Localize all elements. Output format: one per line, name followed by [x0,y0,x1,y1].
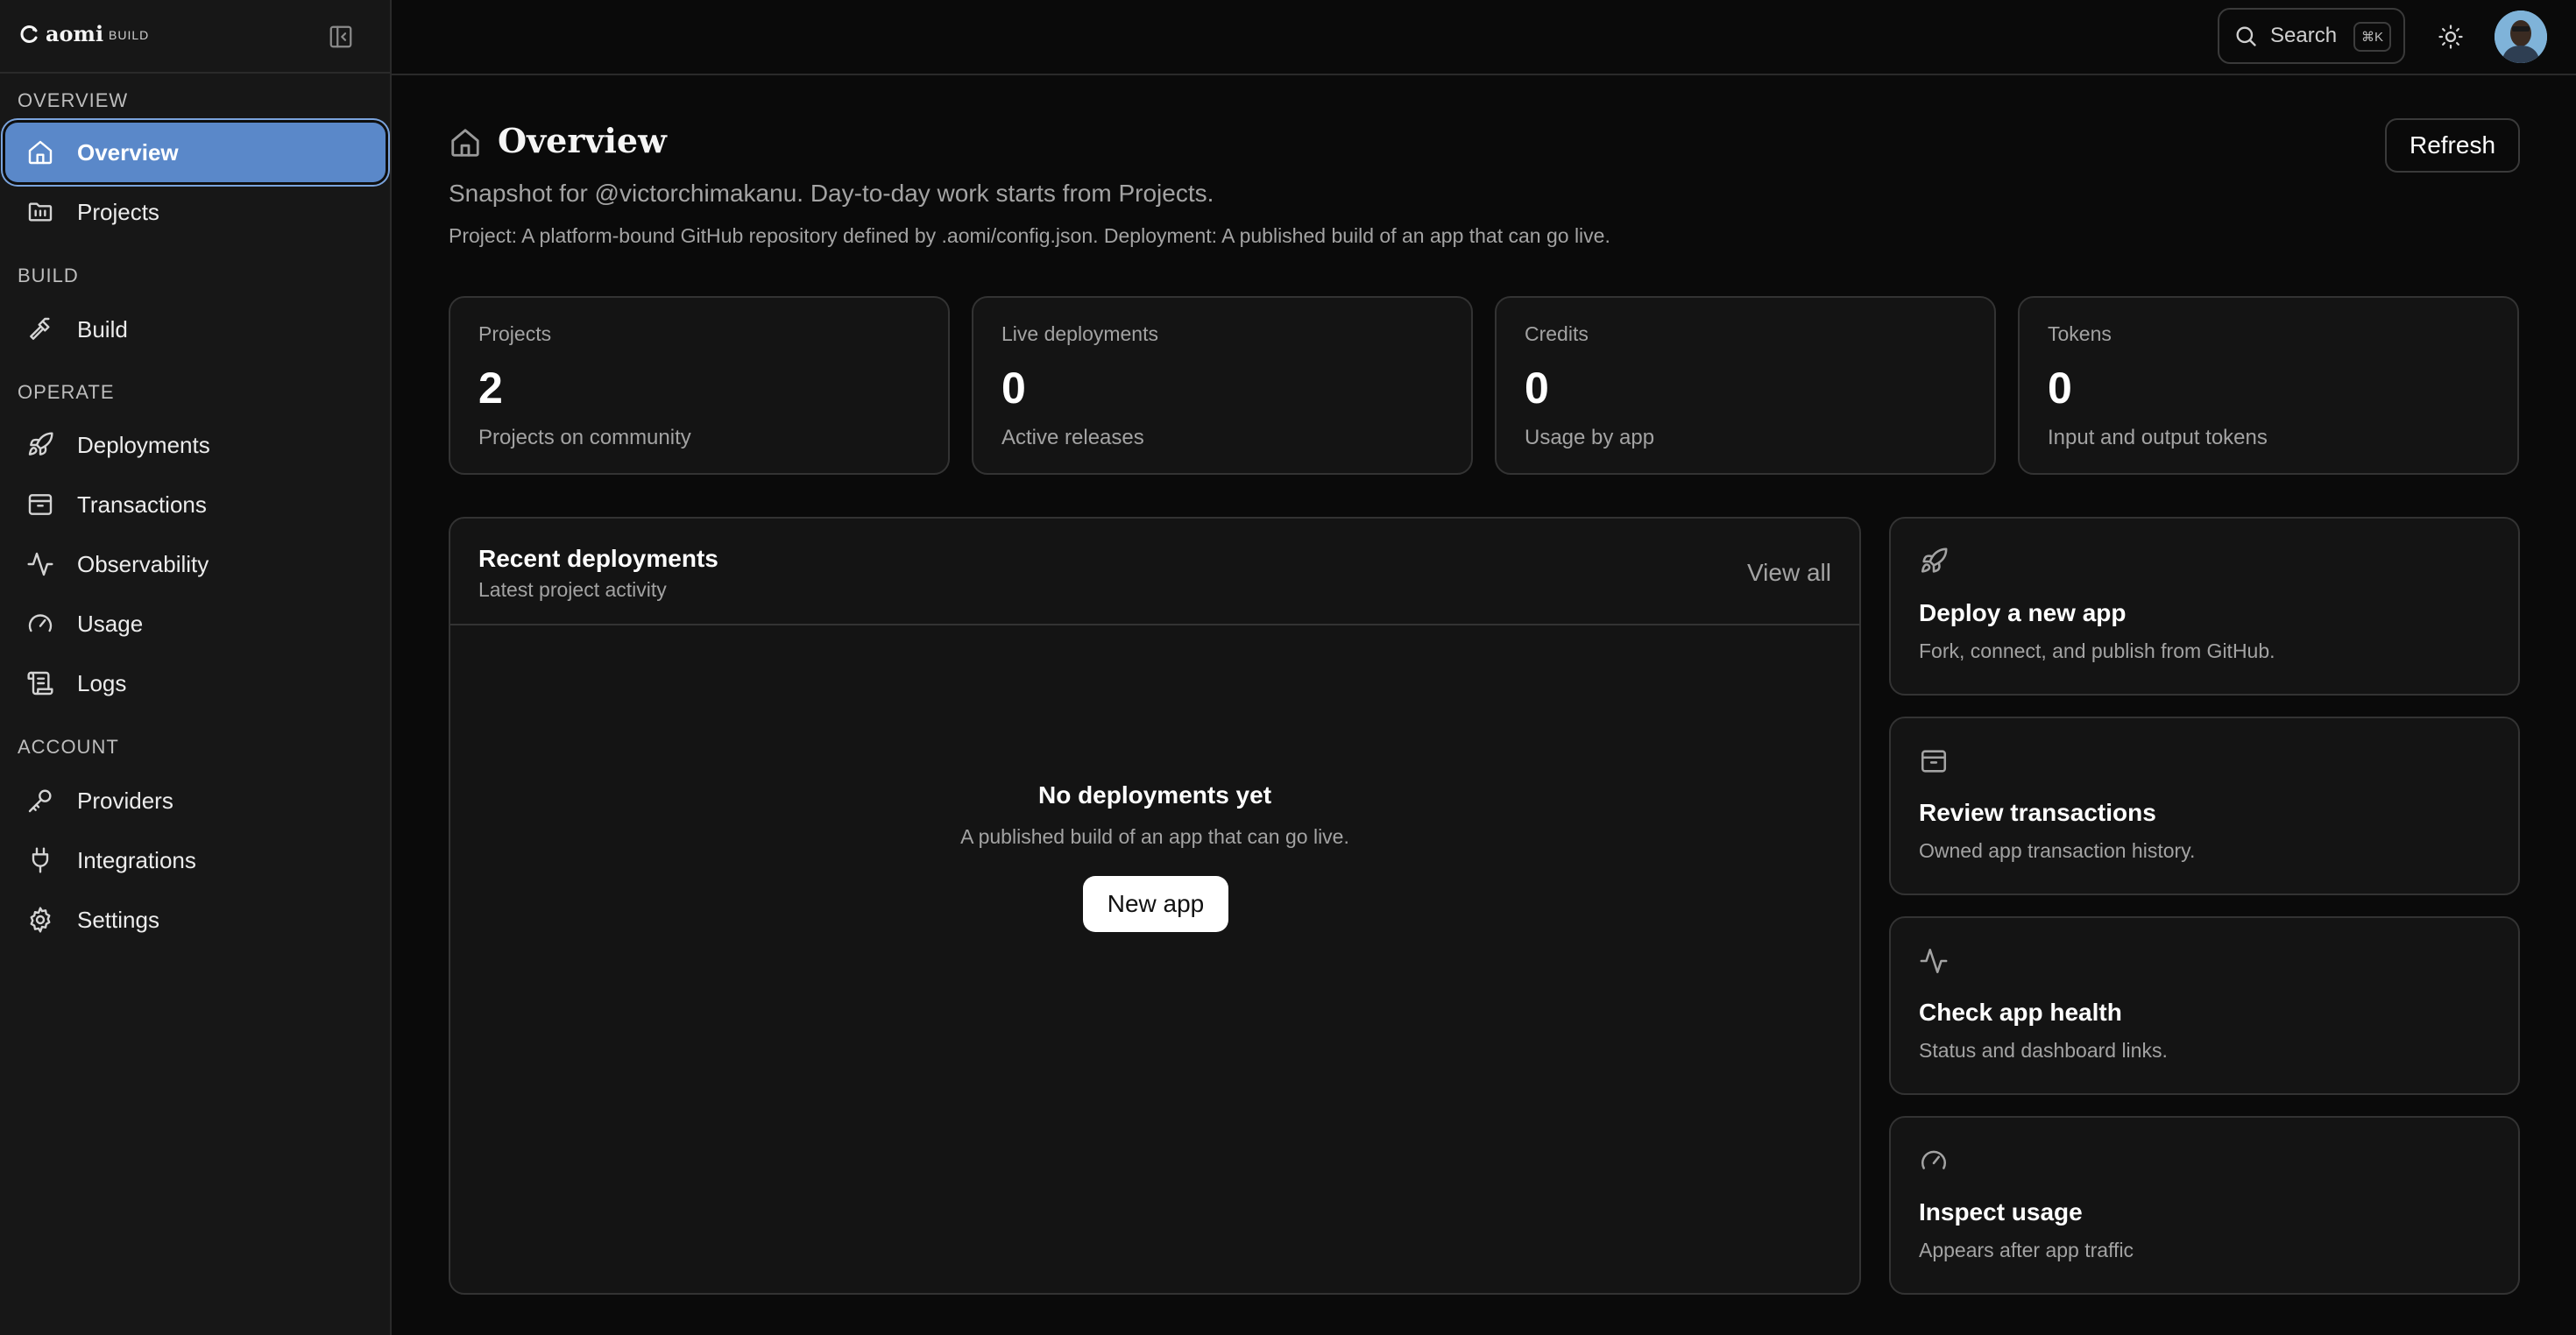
recent-deployments-panel: Recent deployments Latest project activi… [449,517,1861,1295]
rocket-icon [1921,547,1948,573]
section-label-build: BUILD [18,265,79,286]
page-subtitle: Snapshot for @victorchimakanu. Day-to-da… [449,180,1214,207]
refresh-button[interactable]: Refresh [2385,118,2520,173]
avatar-image [2495,11,2547,63]
gear-icon [25,904,56,936]
stat-value: 0 [2048,364,2072,413]
stat-card-projects: Projects 2 Projects on community [449,296,950,475]
brand: aomi BUILD [0,0,390,74]
recent-deployments-subtitle: Latest project activity [478,578,667,601]
stat-value: 0 [1525,364,1549,413]
action-title: Inspect usage [1919,1198,2083,1226]
empty-state-subtitle: A published build of an app that can go … [960,825,1349,848]
search-button[interactable]: Search ⌘K [2218,8,2405,64]
action-title: Review transactions [1919,799,2156,826]
search-icon [2233,24,2258,48]
sidebar-item-label: Projects [77,198,159,225]
new-app-button[interactable]: New app [1083,876,1228,932]
sidebar-item-label: Transactions [77,491,207,518]
stat-label: Live deployments [1001,322,1158,345]
aomi-logo-icon [20,25,38,43]
action-card-deploy-new-app[interactable]: Deploy a new app Fork, connect, and publ… [1889,517,2520,696]
gauge-icon [1921,1150,1947,1169]
empty-state-title: No deployments yet [1037,781,1272,809]
gauge-icon [25,608,56,639]
sidebar-item-label: Overview [77,138,179,166]
stat-card-tokens: Tokens 0 Input and output tokens [2018,296,2519,475]
stat-caption: Input and output tokens [2048,426,2268,449]
archive-icon [1921,750,1947,773]
app-root: aomi BUILD OVERVIEW Overview Projects BU… [0,0,2576,1335]
action-card-inspect-usage[interactable]: Inspect usage Appears after app traffic [1889,1116,2520,1295]
section-label-overview: OVERVIEW [18,89,129,111]
brand-badge: BUILD [109,28,150,42]
sidebar-item-transactions[interactable]: Transactions [5,475,386,534]
activity-icon [1920,948,1948,974]
action-title: Deploy a new app [1919,599,2127,626]
brand-name: aomi [46,21,104,46]
sidebar-item-build[interactable]: Build [5,300,386,359]
stat-value: 2 [478,364,503,413]
stat-label: Projects [478,322,552,345]
topbar: Search ⌘K [392,0,2576,75]
sidebar-item-label: Logs [77,669,127,696]
search-label: Search [2270,24,2338,47]
sidebar-item-integrations[interactable]: Integrations [5,830,386,890]
user-avatar[interactable] [2495,11,2547,63]
scroll-icon [25,668,56,699]
home-icon [25,137,56,168]
recent-deployments-title: Recent deployments [478,545,718,572]
key-icon [25,785,56,816]
recent-deployments-header: Recent deployments Latest project activi… [450,519,1859,625]
sidebar-item-label: Providers [77,787,173,814]
stat-card-credits: Credits 0 Usage by app [1495,296,1996,475]
collapse-sidebar-button[interactable] [326,22,356,52]
sun-icon [2438,25,2463,49]
sidebar-item-projects[interactable]: Projects [5,182,386,242]
hammer-icon [25,314,56,345]
sidebar-item-label: Observability [77,550,209,577]
archive-icon [25,489,56,520]
action-card-review-transactions[interactable]: Review transactions Owned app transactio… [1889,717,2520,895]
home-icon [451,129,479,157]
action-desc: Owned app transaction history. [1919,839,2196,862]
section-label-operate: OPERATE [18,381,115,403]
sidebar-item-settings[interactable]: Settings [5,890,386,950]
stat-value: 0 [1001,364,1026,413]
action-desc: Fork, connect, and publish from GitHub. [1919,639,2275,662]
action-title: Check app health [1919,999,2122,1026]
activity-icon [25,548,56,580]
sidebar-collapse-icon [329,25,352,48]
action-desc: Status and dashboard links. [1919,1039,2168,1062]
sidebar-item-label: Usage [77,610,144,637]
sidebar-item-label: Integrations [77,846,196,873]
theme-toggle-button[interactable] [2433,19,2468,54]
sidebar-item-providers[interactable]: Providers [5,771,386,830]
sidebar-item-logs[interactable]: Logs [5,653,386,713]
plug-icon [25,844,56,876]
page-title: Overview [498,121,667,160]
stat-caption: Active releases [1001,426,1144,449]
sidebar-item-label: Deployments [77,431,210,458]
section-label-account: ACCOUNT [18,736,119,758]
sidebar-item-label: Settings [77,906,159,933]
stat-caption: Projects on community [478,426,691,449]
sidebar-item-observability[interactable]: Observability [5,534,386,594]
action-card-check-app-health[interactable]: Check app health Status and dashboard li… [1889,916,2520,1095]
stat-label: Credits [1525,322,1589,345]
page-note: Project: A platform-bound GitHub reposit… [449,224,1610,247]
folder-icon [25,196,56,228]
stat-card-live-deployments: Live deployments 0 Active releases [972,296,1473,475]
action-desc: Appears after app traffic [1919,1239,2134,1261]
stat-caption: Usage by app [1525,426,1655,449]
view-all-link[interactable]: View all [1747,559,1831,587]
sidebar-item-label: Build [77,315,128,343]
sidebar: aomi BUILD OVERVIEW Overview Projects BU… [0,0,392,1335]
sidebar-item-deployments[interactable]: Deployments [5,415,386,475]
sidebar-item-usage[interactable]: Usage [5,594,386,653]
search-shortcut: ⌘K [2353,22,2391,52]
sidebar-item-overview[interactable]: Overview [5,123,386,182]
stat-label: Tokens [2048,322,2112,345]
rocket-icon [25,429,56,461]
